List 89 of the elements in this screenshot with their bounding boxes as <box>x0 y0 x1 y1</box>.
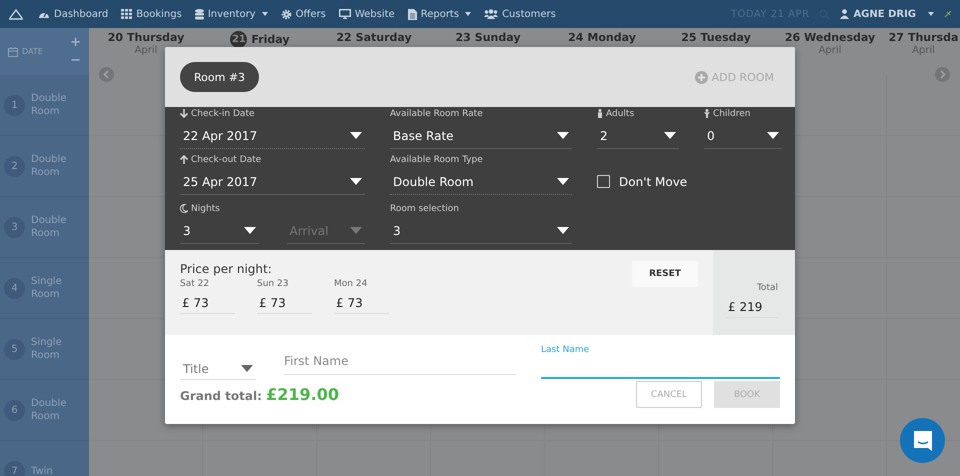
field-label: Available Room Rate <box>390 108 484 120</box>
month-label: April <box>818 45 842 56</box>
nav-link[interactable]: Reports <box>408 8 472 20</box>
check-out-date-select[interactable]: 25 Apr 2017 <box>180 169 365 195</box>
weekday-label: Wednesday <box>804 31 876 44</box>
day-number[interactable]: 24 <box>568 31 584 44</box>
plus-circle-icon <box>694 70 708 84</box>
user-icon <box>840 9 850 19</box>
night-price-field[interactable]: £ 73 <box>257 289 312 314</box>
nav-link[interactable]: Offers <box>280 8 326 20</box>
calendar-icon <box>8 46 18 56</box>
total-price-field[interactable]: £ 219 <box>726 293 778 318</box>
field-label: Adults <box>597 107 679 120</box>
monitor-icon <box>338 9 351 19</box>
moon-icon <box>180 204 188 213</box>
field-label: Children <box>704 107 782 120</box>
weekday-label: Monday <box>587 31 636 44</box>
day-number[interactable]: 27 <box>888 31 904 44</box>
night-date-label: Sun 23 <box>257 279 290 289</box>
room-tab[interactable]: Room #3 <box>180 62 260 92</box>
first-name-field[interactable]: First Name <box>284 354 516 375</box>
person-icon <box>597 109 603 118</box>
room-number: 1 <box>4 94 25 116</box>
child-icon <box>704 109 710 118</box>
field-label: Available Room Type <box>390 154 484 166</box>
grid-icon <box>121 9 132 19</box>
field-label: Check-out Date <box>180 153 365 166</box>
arrow-down-icon <box>180 109 188 118</box>
date-label: DATE <box>22 47 43 56</box>
nav-link[interactable]: Bookings <box>121 8 182 20</box>
weekday-label: Friday <box>251 33 290 46</box>
field-label: Check-in Date <box>180 107 365 120</box>
weekday-label: Thursday <box>127 31 184 44</box>
nav-link[interactable]: Dashboard <box>38 8 108 20</box>
weekday-label: Tuesday <box>700 31 751 44</box>
title-select[interactable]: Title <box>180 358 256 380</box>
chat-button[interactable] <box>900 418 945 463</box>
field-label: Nights <box>180 202 258 215</box>
remove-day-button[interactable]: − <box>68 52 83 70</box>
home-icon[interactable] <box>8 8 24 20</box>
room-number: 4 <box>4 278 25 298</box>
document-icon <box>408 8 417 20</box>
nav-link[interactable]: Inventory <box>194 8 268 20</box>
day-number[interactable]: 21 <box>230 31 248 48</box>
chat-bubble-icon <box>912 430 934 452</box>
field-label: Room selection <box>390 202 460 215</box>
room-selection-select[interactable]: 3 <box>390 218 572 244</box>
database-icon <box>194 8 204 20</box>
cancel-button[interactable]: CANCEL <box>636 381 702 408</box>
room-rate-select[interactable]: Base Rate <box>390 123 572 149</box>
room-type-select[interactable]: Double Room <box>390 169 572 195</box>
room-number: 2 <box>4 156 25 176</box>
check-in-date-select[interactable]: 22 Apr 2017 <box>180 123 365 149</box>
room-number: 3 <box>4 216 25 238</box>
room-number: 7 <box>4 460 25 476</box>
day-number[interactable]: 20 <box>108 31 124 44</box>
nights-select[interactable]: 3 <box>180 218 258 244</box>
night-price-field[interactable]: £ 73 <box>180 289 235 314</box>
day-number[interactable]: 26 <box>784 31 800 44</box>
total-label: Total <box>756 283 778 293</box>
weekday-label: Saturday <box>356 31 412 44</box>
month-label: April <box>134 45 158 56</box>
day-number[interactable]: 22 <box>336 31 352 44</box>
people-icon <box>484 9 498 19</box>
user-menu[interactable]: AGNE DRIG <box>840 8 916 20</box>
month-label: April <box>912 45 935 56</box>
children-select[interactable]: 0 <box>704 123 782 149</box>
room-number: 5 <box>4 338 25 360</box>
night-price-field[interactable]: £ 73 <box>334 289 389 314</box>
weekday-label: Sunday <box>474 31 521 44</box>
grand-total: Grand total: £219.00 <box>180 385 339 404</box>
day-number[interactable]: 23 <box>455 31 471 44</box>
dont-move-checkbox[interactable]: Don't Move <box>597 174 782 188</box>
reset-button[interactable]: RESET <box>632 261 698 287</box>
weekday-label: Thursda <box>908 31 958 44</box>
nav-link[interactable]: Website <box>338 8 395 20</box>
nav-link[interactable]: Customers <box>484 8 556 20</box>
arrow-up-icon <box>180 155 188 164</box>
price-per-night-heading: Price per night: <box>180 262 272 277</box>
caret-icon <box>928 12 934 16</box>
adults-select[interactable]: 2 <box>597 123 679 149</box>
checkbox[interactable] <box>597 175 610 188</box>
add-day-button[interactable]: + <box>68 34 83 52</box>
gear-icon <box>280 8 292 20</box>
room-number: 6 <box>4 400 25 420</box>
night-date-label: Mon 24 <box>334 279 368 289</box>
day-number[interactable]: 25 <box>681 31 697 44</box>
last-name-field[interactable]: Last Name <box>541 345 780 379</box>
night-date-label: Sat 22 <box>180 279 210 289</box>
